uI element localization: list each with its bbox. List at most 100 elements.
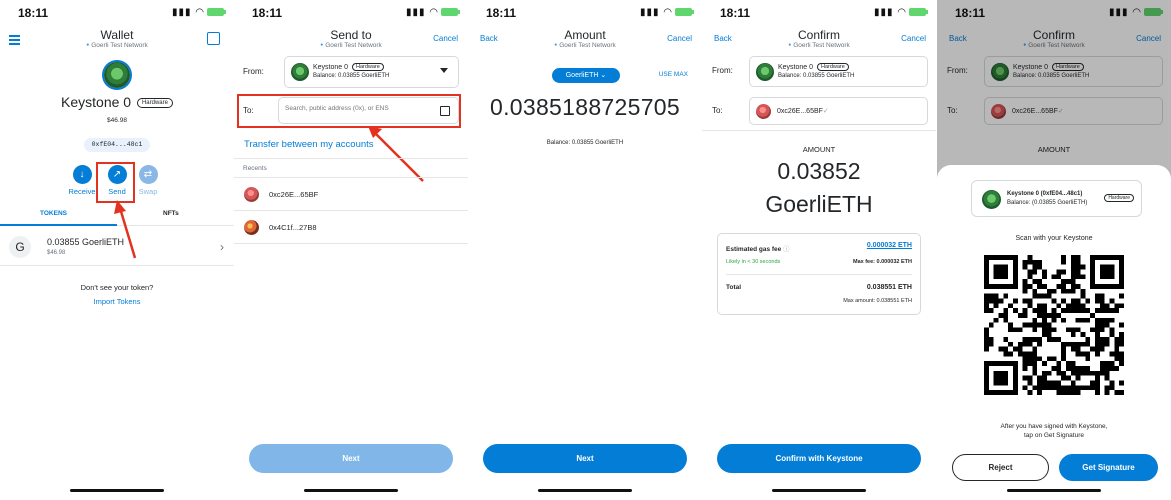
from-label: From: [712, 66, 733, 75]
gas-timing: Likely in < 30 seconds [726, 259, 781, 265]
hardware-badge: Hardware [136, 98, 173, 108]
recents-header: Recents [234, 158, 468, 178]
hardware-badge: Hardware [351, 63, 384, 71]
total-value: 0.038551 ETH [866, 284, 912, 291]
scan-qr-icon[interactable] [207, 32, 220, 45]
confirm-screen: 18:11 ▮▮▮ ◠ Back Confirm Goerli Test Net… [702, 0, 936, 500]
sign-bottom-sheet: Keystone 0 (0xfE04...48c1) Balance: (0.0… [937, 165, 1171, 500]
gas-fee-label: Estimated gas fee ⓘ [726, 243, 790, 253]
gas-fee-value[interactable]: 0.000032 ETH [867, 242, 912, 249]
recent-item[interactable]: 0x4C1f...27B8 [234, 211, 468, 244]
nav-header: Send to Goerli Test Network Cancel [234, 28, 468, 54]
after-sign-line-1: After you have signed with Keystone, [1000, 423, 1108, 430]
status-time: 18:11 [720, 6, 751, 20]
hardware-badge: Hardware [1104, 194, 1134, 202]
recipient-avatar [244, 187, 259, 202]
amount-value: 0.03852 [777, 158, 861, 184]
asset-selector[interactable]: GoerliETH ⌄ [552, 68, 620, 83]
gas-fee-label-text: Estimated gas fee [726, 246, 782, 253]
status-bar: 18:11 ▮▮▮ ◠ [0, 6, 234, 22]
get-signature-button[interactable]: Get Signature [1059, 454, 1158, 481]
divider [726, 274, 912, 275]
status-icons: ▮▮▮ ◠ [172, 7, 226, 18]
info-icon[interactable]: ⓘ [783, 246, 790, 253]
network-indicator[interactable]: Goerli Test Network [0, 42, 234, 49]
caret-down-icon [440, 68, 448, 73]
fiat-balance: $46.98 [107, 117, 127, 124]
keystone-sign-screen: 18:11 ▮▮▮ ◠ Back Confirm Goerli Test Net… [937, 0, 1171, 500]
scan-instruction: Scan with your Keystone [1015, 235, 1093, 242]
account-avatar[interactable] [104, 62, 130, 88]
cancel-button[interactable]: Cancel [433, 34, 458, 43]
dont-see-token-text: Don't see your token? [80, 283, 154, 292]
total-label: Total [726, 284, 742, 291]
page-title: Wallet [100, 28, 134, 42]
status-bar: 18:11 ▮▮▮ ◠ [702, 6, 936, 22]
max-amount: Max amount: 0.038551 ETH [843, 298, 912, 304]
status-bar: 18:11 ▮▮▮ ◠ [234, 6, 468, 22]
home-indicator [1007, 489, 1101, 492]
address-pill[interactable]: 0xfE04...48c1 [84, 138, 150, 152]
to-highlight-box [237, 94, 461, 128]
sheet-account-card: Keystone 0 (0xfE04...48c1) Balance: (0.0… [971, 180, 1142, 217]
home-indicator [70, 489, 164, 492]
amount-label: AMOUNT [802, 145, 836, 154]
from-balance: Balance: 0.03855 GoerliETH [778, 73, 855, 79]
max-fee: Max fee: 0.000032 ETH [853, 259, 912, 265]
recipient-address: 0xc26E...65BF✓ [777, 107, 829, 115]
from-account-text: Keystone 0 [313, 64, 349, 71]
check-icon: ✓ [822, 108, 829, 115]
from-account: Keystone 0 Hardware Balance: 0.03855 Goe… [749, 56, 928, 87]
after-sign-instruction: After you have signed with Keystone, tap… [967, 422, 1141, 440]
hardware-badge: Hardware [816, 63, 849, 71]
reject-button[interactable]: Reject [952, 454, 1049, 481]
wallet-tabs: TOKENS NFTs [0, 208, 234, 226]
recent-item[interactable]: 0xc26E...65BF [234, 178, 468, 211]
nav-header: Back Confirm Goerli Test Network Cancel [702, 28, 936, 54]
cancel-button[interactable]: Cancel [667, 34, 692, 43]
next-button[interactable]: Next [249, 444, 453, 473]
network-indicator: Goerli Test Network [468, 42, 702, 49]
nav-header: Back Amount Goerli Test Network Cancel [468, 28, 702, 54]
token-amount: 0.03855 GoerliETH [47, 237, 125, 247]
qr-code-icon [984, 255, 1124, 395]
from-account-selector[interactable]: Keystone 0 Hardware Balance: 0.03855 Goe… [284, 56, 459, 88]
network-indicator: Goerli Test Network [234, 42, 468, 49]
tab-tokens[interactable]: TOKENS [40, 210, 67, 217]
from-balance: Balance: 0.03855 GoerliETH [313, 73, 390, 79]
gas-fee-card: Estimated gas fee ⓘ 0.000032 ETH Likely … [717, 233, 921, 315]
import-tokens-link[interactable]: Import Tokens [0, 297, 234, 306]
battery-icon [675, 8, 694, 17]
confirm-with-keystone-button[interactable]: Confirm with Keystone [717, 444, 921, 473]
battery-icon [207, 8, 226, 17]
token-fiat: $46.98 [47, 250, 66, 256]
from-account-text: Keystone 0 [778, 64, 814, 71]
account-name-text: Keystone 0 [61, 94, 132, 110]
recipient-avatar [244, 220, 259, 235]
sheet-account-name: Keystone 0 (0xfE04...48c1) [1007, 191, 1083, 197]
status-icons: ▮▮▮ ◠ [406, 7, 460, 18]
use-max-button[interactable]: USE MAX [659, 71, 688, 78]
recipient-avatar [756, 104, 771, 119]
from-account-name: Keystone 0 Hardware [313, 63, 384, 71]
status-icons: ▮▮▮ ◠ [640, 7, 694, 18]
tab-underline [0, 224, 117, 226]
account-avatar [756, 63, 774, 81]
status-bar: 18:11 ▮▮▮ ◠ [468, 6, 702, 22]
after-sign-line-2: tap on Get Signature [1024, 432, 1084, 439]
account-name[interactable]: Keystone 0 Hardware [0, 94, 234, 110]
to-label: To: [712, 106, 723, 115]
next-button[interactable]: Next [483, 444, 687, 473]
account-avatar [291, 63, 309, 81]
recipient-address: 0xc26E...65BF [269, 190, 319, 199]
cancel-button[interactable]: Cancel [901, 34, 926, 43]
asset-selector-label: GoerliETH [565, 72, 599, 79]
amount-input[interactable]: 0.0385188725705 [468, 94, 702, 121]
amount-unit: GoerliETH [765, 191, 873, 217]
status-time: 18:11 [18, 6, 49, 20]
to-account: 0xc26E...65BF✓ [749, 97, 928, 125]
tab-nfts[interactable]: NFTs [163, 210, 179, 217]
transfer-between-accounts-link[interactable]: Transfer between my accounts [244, 139, 374, 150]
token-row[interactable]: G 0.03855 GoerliETH $46.98 › [0, 230, 234, 266]
from-label: From: [243, 67, 264, 76]
